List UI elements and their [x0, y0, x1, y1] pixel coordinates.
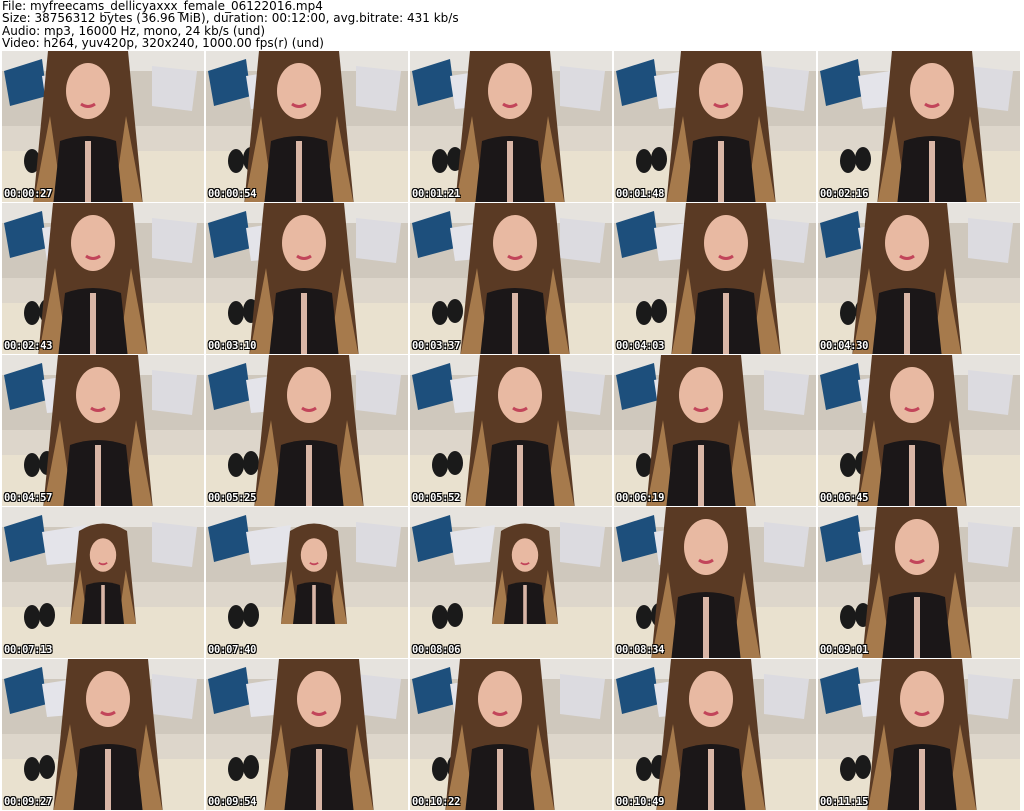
video-thumbnail[interactable]: 00:09:01: [818, 507, 1020, 658]
video-thumbnail[interactable]: 00:05:52: [410, 355, 612, 506]
frame-image: [818, 659, 1020, 810]
video-thumbnail[interactable]: 00:08:06: [410, 507, 612, 658]
timestamp-label: 00:04:57: [4, 492, 53, 504]
video-thumbnail[interactable]: 00:03:37: [410, 203, 612, 354]
video-thumbnail[interactable]: 00:00:27: [2, 51, 204, 202]
timestamp-label: 00:09:27: [4, 796, 53, 808]
frame-image: [614, 659, 816, 810]
frame-image: [614, 51, 816, 202]
video-thumbnail[interactable]: 00:00:54: [206, 51, 408, 202]
video-thumbnail[interactable]: 00:05:25: [206, 355, 408, 506]
timestamp-label: 00:00:27: [4, 188, 53, 200]
timestamp-label: 00:10:49: [616, 796, 665, 808]
timestamp-label: 00:07:13: [4, 644, 53, 656]
video-thumbnail[interactable]: 00:04:57: [2, 355, 204, 506]
frame-image: [2, 51, 204, 202]
video-thumbnail[interactable]: 00:07:40: [206, 507, 408, 658]
timestamp-label: 00:00:54: [208, 188, 257, 200]
video-thumbnail[interactable]: 00:06:19: [614, 355, 816, 506]
frame-image: [2, 355, 204, 506]
frame-image: [2, 507, 204, 658]
frame-image: [206, 355, 408, 506]
frame-image: [614, 507, 816, 658]
timestamp-label: 00:07:40: [208, 644, 257, 656]
video-thumbnail[interactable]: 00:06:45: [818, 355, 1020, 506]
timestamp-label: 00:04:30: [820, 340, 869, 352]
video-thumbnail[interactable]: 00:08:34: [614, 507, 816, 658]
video-thumbnail[interactable]: 00:02:43: [2, 203, 204, 354]
video-thumbnail[interactable]: 00:02:16: [818, 51, 1020, 202]
frame-image: [818, 203, 1020, 354]
timestamp-label: 00:05:52: [412, 492, 461, 504]
frame-image: [818, 51, 1020, 202]
video-thumbnail[interactable]: 00:11:15: [818, 659, 1020, 810]
timestamp-label: 00:02:16: [820, 188, 869, 200]
frame-image: [2, 659, 204, 810]
timestamp-label: 00:09:54: [208, 796, 257, 808]
frame-image: [614, 203, 816, 354]
timestamp-label: 00:02:43: [4, 340, 53, 352]
frame-image: [410, 507, 612, 658]
frame-image: [2, 203, 204, 354]
video-thumbnail[interactable]: 00:09:54: [206, 659, 408, 810]
frame-image: [410, 51, 612, 202]
timestamp-label: 00:03:10: [208, 340, 257, 352]
frame-image: [614, 355, 816, 506]
video-thumbnail[interactable]: 00:03:10: [206, 203, 408, 354]
timestamp-label: 00:03:37: [412, 340, 461, 352]
timestamp-label: 00:01:21: [412, 188, 461, 200]
timestamp-label: 00:08:34: [616, 644, 665, 656]
frame-image: [206, 51, 408, 202]
timestamp-label: 00:10:22: [412, 796, 461, 808]
thumbnail-grid: 00:00:27 00:00:54 00:01:21 00:01:48 00:0…: [2, 51, 1020, 810]
video-thumbnail[interactable]: 00:01:48: [614, 51, 816, 202]
frame-image: [818, 507, 1020, 658]
video-thumbnail[interactable]: 00:09:27: [2, 659, 204, 810]
file-info-header: File: myfreecams_dellicyaxxx_female_0612…: [2, 0, 459, 49]
video-thumbnail[interactable]: 00:04:03: [614, 203, 816, 354]
video-info: Video: h264, yuv420p, 320x240, 1000.00 f…: [2, 35, 324, 50]
frame-image: [206, 203, 408, 354]
timestamp-label: 00:09:01: [820, 644, 869, 656]
video-thumbnail[interactable]: 00:07:13: [2, 507, 204, 658]
frame-image: [206, 659, 408, 810]
video-thumbnail[interactable]: 00:10:49: [614, 659, 816, 810]
frame-image: [206, 507, 408, 658]
video-thumbnail[interactable]: 00:04:30: [818, 203, 1020, 354]
video-thumbnail[interactable]: 00:10:22: [410, 659, 612, 810]
timestamp-label: 00:06:19: [616, 492, 665, 504]
frame-image: [410, 203, 612, 354]
timestamp-label: 00:06:45: [820, 492, 869, 504]
file-size: Size: 38756312 bytes (36.96 MiB), durati…: [2, 11, 459, 26]
timestamp-label: 00:11:15: [820, 796, 869, 808]
timestamp-label: 00:04:03: [616, 340, 665, 352]
timestamp-label: 00:05:25: [208, 492, 257, 504]
timestamp-label: 00:01:48: [616, 188, 665, 200]
frame-image: [410, 659, 612, 810]
frame-image: [410, 355, 612, 506]
video-thumbnail[interactable]: 00:01:21: [410, 51, 612, 202]
timestamp-label: 00:08:06: [412, 644, 461, 656]
frame-image: [818, 355, 1020, 506]
